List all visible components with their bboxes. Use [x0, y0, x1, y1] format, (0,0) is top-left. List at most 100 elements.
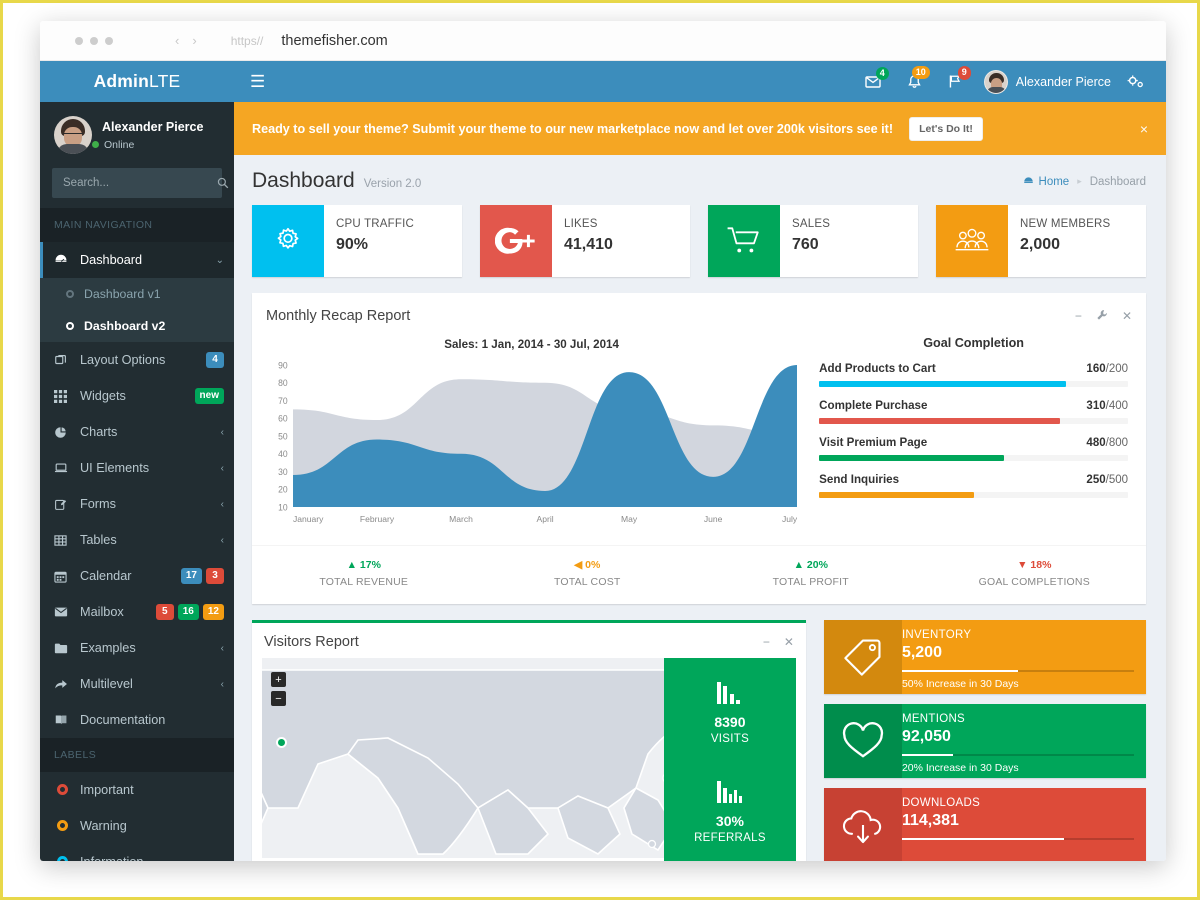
- stat-label: TOTAL COST: [553, 576, 621, 588]
- sidebar-item-widgets[interactable]: Widgets new: [40, 378, 234, 414]
- promo-banner: Ready to sell your theme? Submit your th…: [234, 102, 1166, 155]
- stat-label: GOAL COMPLETIONS: [978, 576, 1090, 588]
- widget-inventory[interactable]: INVENTORY 5,200 50% Increase in 30 Days: [823, 620, 1146, 694]
- minimize-window-dot[interactable]: [90, 36, 98, 45]
- tasks-icon[interactable]: 9: [935, 66, 976, 89]
- breadcrumb-home[interactable]: Home: [1023, 176, 1069, 188]
- map-zoom-controls[interactable]: + −: [271, 672, 286, 706]
- widget-value: 92,050: [901, 728, 951, 745]
- svg-text:February: February: [360, 514, 395, 524]
- cloud-download-icon: [823, 788, 902, 861]
- menu-toggle-icon[interactable]: ☰: [234, 73, 281, 90]
- map-zoom-out-button[interactable]: −: [271, 691, 286, 706]
- svg-text:30: 30: [278, 467, 287, 478]
- sidebar-item-ui-elements[interactable]: UI Elements ‹: [40, 450, 234, 486]
- world-map[interactable]: + −: [262, 658, 664, 858]
- sidebar-label-important[interactable]: Important: [40, 772, 234, 808]
- calendar-icon: [54, 570, 71, 583]
- back-icon[interactable]: ‹: [175, 33, 179, 48]
- widget-mentions[interactable]: MENTIONS 92,050 20% Increase in 30 Days: [823, 704, 1146, 778]
- minimize-icon[interactable]: −: [763, 635, 770, 649]
- sidebar-badge: 4: [206, 352, 224, 368]
- sidebar-label-information[interactable]: Information: [40, 844, 234, 861]
- notifications-icon[interactable]: 10: [894, 65, 935, 90]
- info-box-title: NEW MEMBERS: [1020, 218, 1111, 230]
- sidebar-item-charts[interactable]: Charts ‹: [40, 414, 234, 450]
- url-text[interactable]: themefisher.com: [281, 33, 387, 49]
- minimize-icon[interactable]: −: [1075, 309, 1082, 323]
- chart-title: Sales: 1 Jan, 2014 - 30 Jul, 2014: [444, 338, 619, 351]
- user-menu[interactable]: Alexander Pierce: [976, 69, 1123, 94]
- messages-icon[interactable]: 4: [852, 66, 894, 89]
- google-plus-icon: [480, 205, 552, 277]
- widget-description: 20% Increase in 30 Days: [901, 762, 1019, 774]
- circle-icon: [66, 290, 74, 298]
- outer-frame: ‹ › https// themefisher.com Admin LTE Ale…: [0, 0, 1200, 900]
- sidebar-label-warning[interactable]: Warning: [40, 808, 234, 844]
- window-controls[interactable]: [75, 36, 113, 45]
- submenu-item-dashboard-v1[interactable]: Dashboard v1: [40, 278, 234, 310]
- card-footer-stats: ▲ 17% TOTAL REVENUE ◀ 0% TOTAL COST ▲ 20…: [252, 545, 1146, 604]
- sidebar-item-documentation[interactable]: Documentation: [40, 702, 234, 738]
- brand-logo[interactable]: Admin LTE: [40, 61, 234, 102]
- sidebar-item-dashboard[interactable]: Dashboard ⌄ Dashboard v1 Dashboard v2: [40, 242, 234, 342]
- search-icon[interactable]: [217, 177, 229, 189]
- sidebar-user-panel[interactable]: Alexander Pierce Online: [40, 102, 234, 166]
- map-marker[interactable]: [276, 737, 287, 748]
- close-icon[interactable]: ✕: [784, 635, 794, 649]
- map-zoom-in-button[interactable]: +: [271, 672, 286, 687]
- svg-text:60: 60: [278, 413, 287, 424]
- circle-icon: [57, 783, 68, 795]
- sidebar-badge: 3: [206, 568, 224, 584]
- chevron-left-icon: ‹: [220, 678, 224, 690]
- info-box-value: 760: [792, 236, 819, 253]
- info-box-cpu-traffic[interactable]: CPU TRAFFIC 90%: [252, 205, 462, 277]
- browser-nav[interactable]: ‹ ›: [175, 33, 197, 48]
- forward-icon[interactable]: ›: [192, 33, 196, 48]
- goal-progress-bar: [819, 381, 1067, 387]
- referrals-value: 30%: [715, 813, 744, 829]
- sidebar-search[interactable]: [52, 168, 229, 198]
- info-box-row: CPU TRAFFIC 90% LIKES 41,410 SALES 760 N…: [234, 199, 1166, 277]
- sidebar-item-forms[interactable]: Forms ‹: [40, 486, 234, 522]
- gear-icon: [252, 205, 324, 277]
- svg-text:20: 20: [278, 484, 287, 495]
- chevron-down-icon: ⌄: [215, 254, 224, 266]
- widget-title: INVENTORY: [901, 629, 972, 641]
- monthly-recap-card: Monthly Recap Report − ✕ Sales: 1 Jan, 2…: [252, 293, 1146, 604]
- sidebar-item-multilevel[interactable]: Multilevel ‹: [40, 666, 234, 702]
- stat-label: TOTAL PROFIT: [772, 576, 849, 588]
- close-icon[interactable]: ✕: [1122, 309, 1132, 323]
- info-box-likes[interactable]: LIKES 41,410: [480, 205, 690, 277]
- info-box-new-members[interactable]: NEW MEMBERS 2,000: [936, 205, 1146, 277]
- sidebar-item-layout-options[interactable]: Layout Options 4: [40, 342, 234, 378]
- maximize-window-dot[interactable]: [105, 36, 113, 45]
- close-window-dot[interactable]: [75, 36, 83, 45]
- stat-total-revenue: ▲ 17% TOTAL REVENUE: [252, 559, 476, 588]
- sidebar-item-calendar[interactable]: Calendar 17 3: [40, 558, 234, 594]
- tag-icon: [823, 620, 902, 694]
- submenu-item-dashboard-v2[interactable]: Dashboard v2: [40, 310, 234, 342]
- browser-window: ‹ › https// themefisher.com Admin LTE Ale…: [40, 21, 1166, 861]
- visitors-stats: 8390 VISITS 30% REFERRALS: [663, 658, 796, 861]
- area-chart-svg: 10 20 30 40 50 60 70 80 90: [278, 361, 798, 511]
- gears-icon[interactable]: [1123, 74, 1156, 89]
- sidebar-item-tables[interactable]: Tables ‹: [40, 522, 234, 558]
- online-dot-icon: [92, 141, 99, 149]
- layers-icon: [54, 353, 71, 367]
- edit-icon: [54, 498, 71, 511]
- promo-cta-button[interactable]: Let's Do It!: [909, 116, 983, 141]
- search-input[interactable]: [52, 177, 217, 189]
- submenu-label: Dashboard v2: [84, 319, 166, 333]
- close-icon[interactable]: ×: [1140, 121, 1148, 137]
- chevron-left-icon: ‹: [220, 426, 224, 438]
- sidebar-item-mailbox[interactable]: Mailbox 5 16 12: [40, 594, 234, 630]
- wrench-icon[interactable]: [1096, 309, 1108, 323]
- grid-icon: [54, 389, 71, 403]
- info-box-sales[interactable]: SALES 760: [708, 205, 918, 277]
- visits-value: 8390: [714, 714, 746, 730]
- sidebar-item-examples[interactable]: Examples ‹: [40, 630, 234, 666]
- heart-icon: [823, 704, 902, 778]
- info-box-title: CPU TRAFFIC: [336, 218, 415, 230]
- widget-downloads[interactable]: DOWNLOADS 114,381: [823, 788, 1146, 861]
